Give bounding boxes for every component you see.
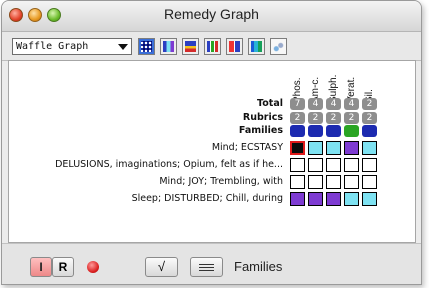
waffle-cell[interactable] (290, 175, 305, 189)
title-bar[interactable]: Remedy Graph (2, 1, 421, 32)
total-badge: 4 (308, 98, 323, 110)
waffle-cell[interactable] (326, 192, 341, 206)
remedy-header-sil[interactable]: Sil. (362, 61, 376, 103)
r-toggle-button[interactable]: R (52, 257, 74, 277)
list-view-button[interactable] (190, 257, 223, 277)
waffle-cell[interactable] (362, 141, 377, 155)
graph-toolbar: Waffle Graph (2, 32, 421, 61)
window-title: Remedy Graph (164, 6, 259, 22)
column-graph-icon[interactable] (226, 38, 243, 55)
chart-graph-icon[interactable] (182, 38, 199, 55)
waffle-cell[interactable] (290, 141, 305, 155)
rubric-label[interactable]: Mind; JOY; Trembling, with (159, 176, 283, 187)
waffle-cell[interactable] (308, 192, 323, 206)
chevron-down-icon (118, 44, 128, 50)
rubric-label[interactable]: Sleep; DISTURBED; Chill, during (132, 193, 283, 204)
waffle-graph-icon[interactable] (138, 38, 155, 55)
square-root-icon: √ (157, 259, 166, 274)
bar-graph-icon[interactable] (204, 38, 221, 55)
i-toggle-button[interactable]: I (30, 257, 52, 277)
family-swatch (326, 125, 341, 137)
lines-icon (199, 263, 214, 271)
waffle-cell[interactable] (290, 192, 305, 206)
remedy-graph-window: Remedy Graph Waffle Graph Phos. Am-c. Su… (1, 0, 422, 285)
waffle-cell[interactable] (344, 192, 359, 206)
rubric-label[interactable]: Mind; ECSTASY (212, 142, 283, 153)
family-swatch (308, 125, 323, 137)
total-badge: 4 (344, 98, 359, 110)
rubric-count-badge: 2 (362, 112, 377, 124)
rubric-count-badge: 2 (344, 112, 359, 124)
check-button[interactable]: √ (145, 257, 178, 277)
waffle-graph-area: Phos. Am-c. Sulph. Verat. Sil. Total Rub… (8, 60, 416, 243)
graph-type-value: Waffle Graph (16, 41, 89, 52)
rubrics-count-label: Rubrics (242, 112, 283, 123)
remedy-header-am-c[interactable]: Am-c. (308, 61, 322, 103)
grid-graph-icon[interactable] (160, 38, 177, 55)
resize-handle[interactable] (417, 276, 429, 288)
family-swatch (362, 125, 377, 137)
graph-type-select[interactable]: Waffle Graph (12, 38, 132, 55)
waffle-cell[interactable] (344, 175, 359, 189)
waffle-cell[interactable] (290, 158, 305, 172)
waffle-cell[interactable] (308, 175, 323, 189)
total-label: Total (257, 98, 283, 109)
waffle-cell[interactable] (362, 192, 377, 206)
waffle-cell[interactable] (362, 158, 377, 172)
row-labels: Total Rubrics Families Mind; ECSTASY DEL… (9, 61, 283, 242)
families-status-text: Families (234, 259, 283, 274)
families-label: Families (238, 125, 283, 136)
waffle-cell[interactable] (308, 158, 323, 172)
family-swatch (290, 125, 305, 137)
waffle-cell[interactable] (344, 141, 359, 155)
waffle-cell[interactable] (344, 158, 359, 172)
rubric-count-badge: 2 (308, 112, 323, 124)
sparse-graph-icon[interactable] (270, 38, 287, 55)
remedy-header-phos[interactable]: Phos. (290, 61, 304, 103)
rubric-count-badge: 2 (290, 112, 305, 124)
remedy-header-sulph[interactable]: Sulph. (326, 61, 340, 103)
waffle-cell[interactable] (326, 158, 341, 172)
groups-graph-icon[interactable] (248, 38, 265, 55)
waffle-cell[interactable] (362, 175, 377, 189)
family-swatch (344, 125, 359, 137)
waffle-cell[interactable] (326, 175, 341, 189)
waffle-cell[interactable] (308, 141, 323, 155)
remedy-header-verat[interactable]: Verat. (344, 61, 358, 103)
total-badge: 2 (362, 98, 377, 110)
bottom-toolbar: I R √ Families (2, 243, 421, 284)
waffle-cell[interactable] (326, 141, 341, 155)
total-badge: 7 (290, 98, 305, 110)
rubric-count-badge: 2 (326, 112, 341, 124)
total-badge: 4 (326, 98, 341, 110)
record-icon[interactable] (87, 261, 99, 273)
rubric-label[interactable]: DELUSIONS, imaginations; Opium, felt as … (55, 159, 283, 170)
